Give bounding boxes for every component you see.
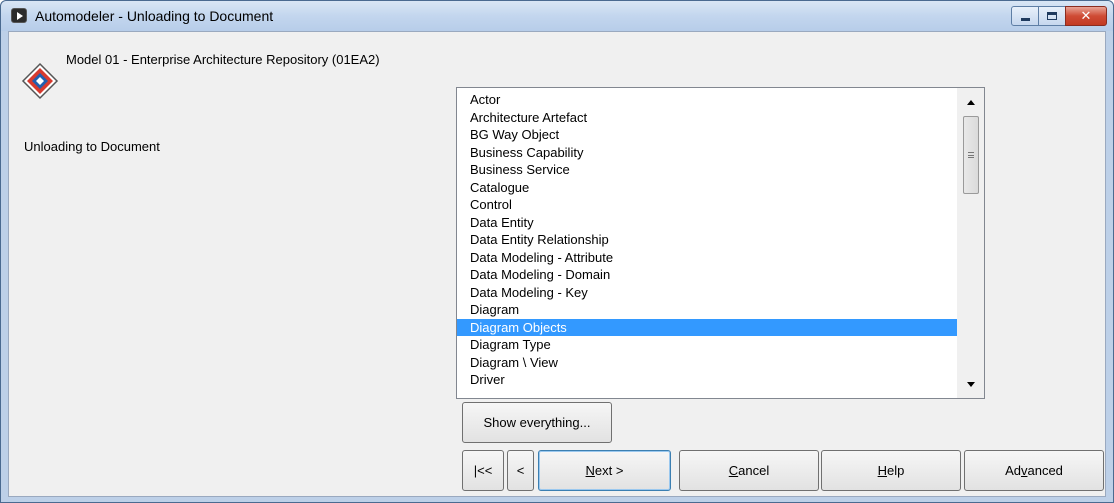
window-title: Automodeler - Unloading to Document (35, 8, 274, 24)
list-item[interactable]: Data Entity Relationship (457, 231, 957, 249)
list-item[interactable]: Data Entity (457, 214, 957, 232)
vertical-scrollbar[interactable] (957, 88, 984, 398)
list-item[interactable]: Diagram \ View (457, 354, 957, 372)
cancel-button[interactable]: Cancel (679, 450, 819, 491)
object-type-listbox[interactable]: Actor Architecture Artefact BG Way Object B… (456, 87, 985, 399)
next-button[interactable]: Next > (538, 450, 671, 491)
page-subtitle: Unloading to Document (24, 139, 160, 154)
title-bar[interactable]: Automodeler - Unloading to Document ✕ (1, 1, 1113, 31)
model-title: Model 01 - Enterprise Architecture Repos… (66, 52, 380, 67)
back-button[interactable]: < (507, 450, 534, 491)
maximize-button[interactable] (1038, 6, 1066, 26)
list-item[interactable]: Architecture Artefact (457, 109, 957, 127)
list-item[interactable]: Data Modeling - Attribute (457, 249, 957, 267)
first-page-button[interactable]: |<< (462, 450, 504, 491)
maximize-icon (1047, 12, 1057, 20)
close-icon: ✕ (1080, 8, 1092, 24)
minimize-button[interactable] (1011, 6, 1039, 26)
dialog-body: Model 01 - Enterprise Architecture Repos… (8, 31, 1106, 497)
arrow-up-icon (966, 99, 975, 105)
list-item[interactable]: Data Modeling - Key (457, 284, 957, 302)
list-item[interactable]: Catalogue (457, 179, 957, 197)
window-controls: ✕ (1011, 6, 1107, 26)
scroll-thumb[interactable] (963, 116, 979, 194)
show-everything-button[interactable]: Show everything... (462, 402, 612, 443)
automodeler-window: Automodeler - Unloading to Document ✕ Mo… (0, 0, 1114, 503)
advanced-button[interactable]: Ad v anced (964, 450, 1104, 491)
help-button[interactable]: Help (821, 450, 961, 491)
grip-icon (968, 152, 974, 158)
minimize-icon (1020, 18, 1030, 21)
list-item[interactable]: Actor (457, 91, 957, 109)
list-item[interactable]: BG Way Object (457, 126, 957, 144)
list-item[interactable]: Data Modeling - Domain (457, 266, 957, 284)
list-item[interactable]: Diagram Type (457, 336, 957, 354)
close-button[interactable]: ✕ (1065, 6, 1107, 26)
app-icon[interactable] (11, 8, 27, 23)
list-item[interactable]: Diagram (457, 301, 957, 319)
object-type-list: Actor Architecture Artefact BG Way Object B… (457, 88, 957, 398)
diamond-logo-icon (21, 62, 59, 100)
scroll-down-button[interactable] (957, 374, 984, 394)
list-item[interactable]: Control (457, 196, 957, 214)
list-item[interactable]: Business Capability (457, 144, 957, 162)
arrow-down-icon (966, 381, 975, 387)
list-item[interactable]: Diagram Objects (457, 318, 957, 336)
list-item[interactable]: Driver (457, 371, 957, 389)
list-item[interactable]: Business Service (457, 161, 957, 179)
scroll-up-button[interactable] (957, 92, 984, 112)
